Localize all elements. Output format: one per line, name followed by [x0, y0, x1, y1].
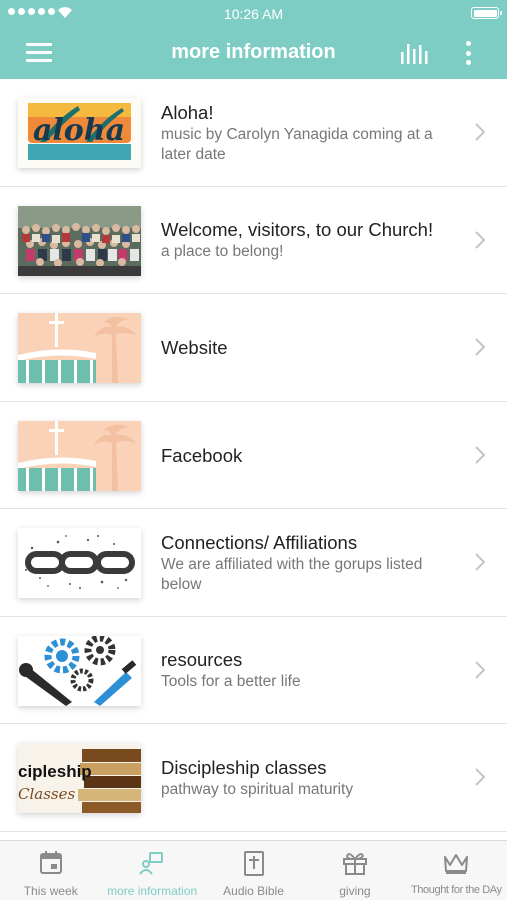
gift-icon: [342, 853, 367, 875]
list-item-website[interactable]: Website: [0, 294, 507, 402]
tab-this-week[interactable]: This week: [0, 841, 101, 900]
tab-giving[interactable]: giving: [304, 841, 405, 900]
list-item-connections[interactable]: Connections/ Affiliations We are affilia…: [0, 509, 507, 617]
chain-thumbnail: [18, 528, 141, 598]
chevron-right-icon: [475, 768, 485, 786]
status-time: 10:26 AM: [223, 6, 284, 22]
chevron-right-icon: [475, 660, 485, 679]
chevron-right-icon: [475, 338, 485, 356]
info-list: aloha Aloha! music by Carolyn Yanagida c…: [0, 79, 507, 840]
list-item-title: resources: [161, 649, 243, 670]
chevron-right-icon: [475, 123, 485, 141]
list-item-resources[interactable]: resources Tools for a better life: [0, 616, 507, 724]
app: 10:26 AM more information aloha Aloha! m…: [0, 0, 507, 900]
list-item-subtitle: We are affiliated with the gorups listed…: [161, 555, 423, 593]
aloha-thumbnail: aloha: [18, 98, 141, 168]
list-item-title: Facebook: [161, 444, 243, 466]
books-thumbnail: cipleship Classes: [18, 743, 141, 813]
gears-tools-thumbnail: [18, 635, 141, 706]
list-item-aloha[interactable]: aloha Aloha! music by Carolyn Yanagida c…: [0, 79, 507, 187]
aloha-logo-text: aloha: [33, 113, 125, 148]
list-item-subtitle: Tools for a better life: [161, 673, 301, 690]
tab-label: Thought for the DAy: [411, 884, 502, 896]
tab-thought-for-the-day[interactable]: Thought for the DAy: [406, 841, 507, 900]
list-item-title: Website: [161, 337, 228, 358]
tab-audio-bible[interactable]: Audio Bible: [203, 841, 304, 900]
list-item-subtitle: a place to belong!: [161, 243, 284, 260]
tab-bar: This week more information Audio Bible g…: [0, 840, 507, 900]
church-beach-thumbnail: [18, 313, 141, 383]
list-item-title: Discipleship classes: [161, 756, 327, 778]
nav-bar: more information: [0, 26, 507, 79]
calendar-icon: [39, 851, 62, 874]
list-item-title: Connections/ Affiliations: [161, 531, 358, 553]
list-item-subtitle: music by Carolyn Yanagida coming at a la…: [161, 125, 433, 163]
list-item-subtitle: pathway to spiritual maturity: [161, 780, 354, 798]
chevron-right-icon: [475, 445, 485, 464]
battery-icon: [471, 7, 502, 19]
list-item-facebook[interactable]: Facebook: [0, 401, 507, 509]
tab-more-information[interactable]: more information: [101, 841, 202, 900]
tab-label: more information: [107, 884, 198, 898]
church-beach-thumbnail: [18, 420, 141, 491]
crown-icon: [444, 854, 469, 874]
chevron-right-icon: [475, 230, 485, 249]
classes-logo-text: Classes: [18, 785, 75, 803]
bible-icon: [243, 851, 264, 876]
status-bar: 10:26 AM: [0, 0, 507, 26]
list-item-title: Welcome, visitors, to our Church!: [161, 219, 434, 240]
more-options-button[interactable]: [456, 39, 480, 67]
congregation-photo-thumbnail: [18, 205, 141, 276]
tab-label: Audio Bible: [223, 884, 284, 898]
chevron-right-icon: [475, 553, 485, 571]
tab-label: giving: [339, 884, 371, 898]
tab-label: This week: [23, 884, 78, 898]
discipleship-logo-text: cipleship: [18, 762, 92, 781]
list-item-discipleship[interactable]: cipleship Classes Discipleship classes p…: [0, 724, 507, 832]
audio-bars-icon[interactable]: [398, 40, 432, 66]
people-icon: [139, 852, 164, 875]
list-item-title: Aloha!: [161, 101, 214, 123]
list-item-welcome[interactable]: Welcome, visitors, to our Church! a plac…: [0, 186, 507, 294]
